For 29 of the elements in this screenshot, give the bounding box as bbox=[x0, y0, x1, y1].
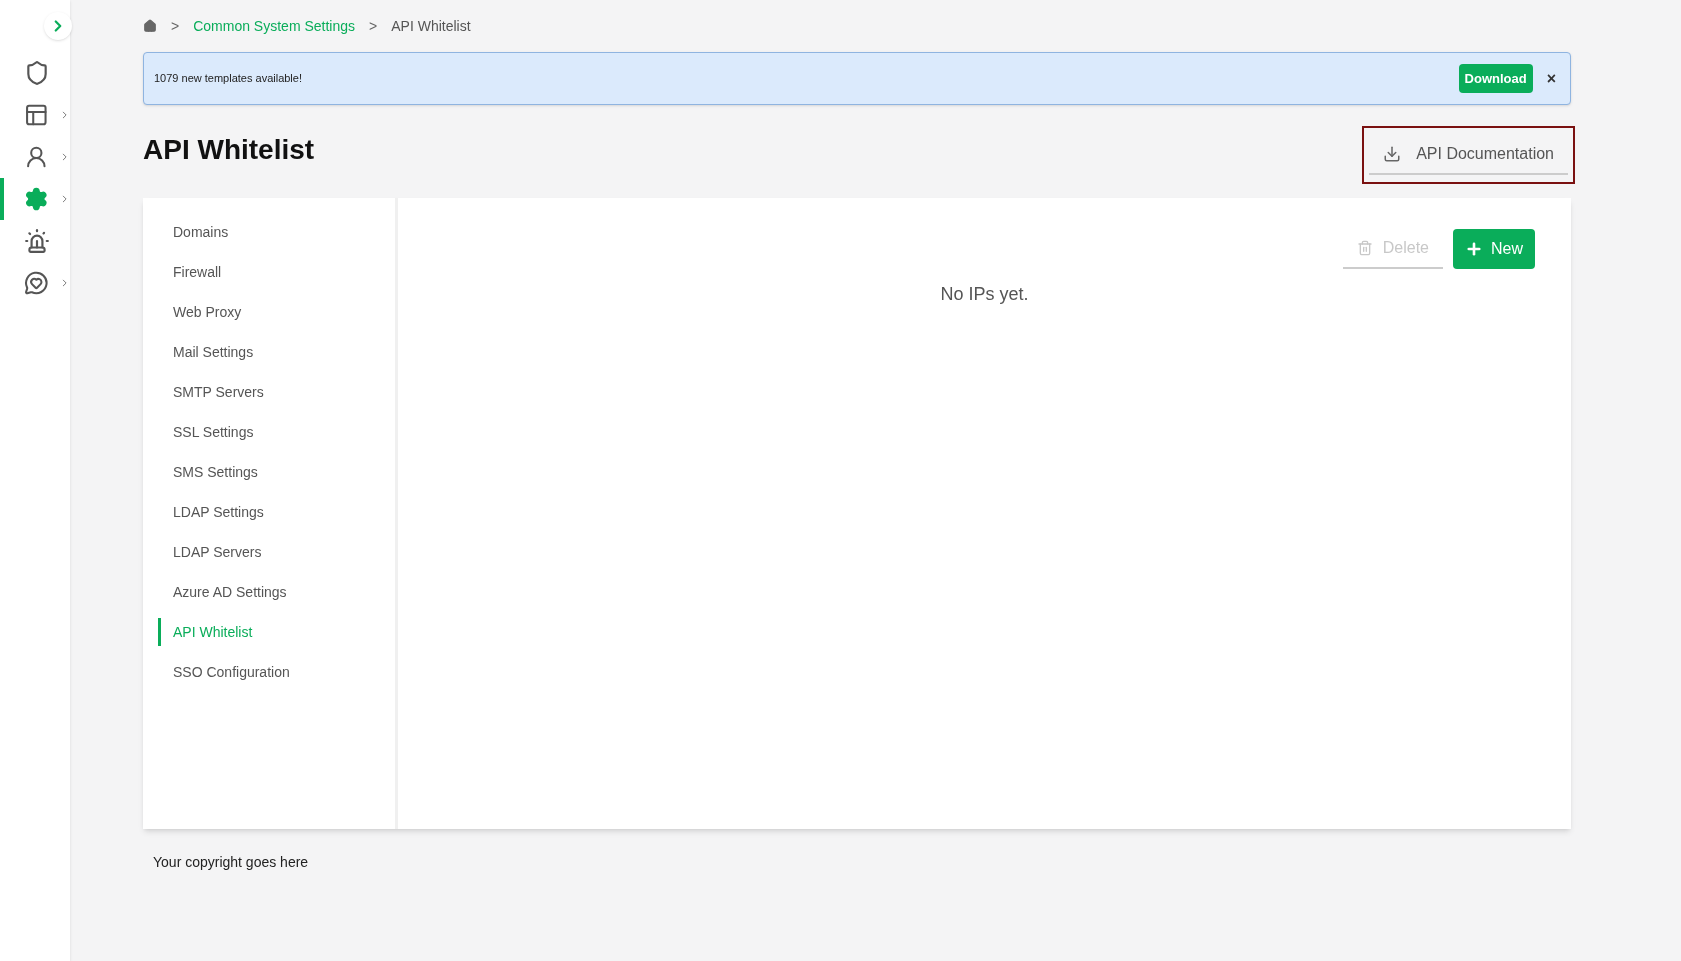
banner-message: 1079 new templates available! bbox=[154, 71, 303, 87]
trash-icon bbox=[1356, 240, 1373, 256]
settings-menu-item[interactable]: SMS Settings bbox=[158, 458, 258, 486]
breadcrumb-separator: > bbox=[171, 16, 180, 36]
settings-menu-item[interactable]: SSO Configuration bbox=[158, 658, 290, 686]
settings-menu-item[interactable]: Firewall bbox=[158, 258, 222, 286]
shield-icon bbox=[24, 60, 50, 86]
settings-menu-item[interactable]: SSL Settings bbox=[158, 418, 254, 446]
settings-menu-item[interactable]: Azure AD Settings bbox=[158, 578, 287, 606]
page-title: API Whitelist bbox=[143, 133, 315, 167]
breadcrumb-separator: > bbox=[369, 16, 378, 36]
expand-button[interactable] bbox=[44, 12, 72, 40]
plus-icon bbox=[1465, 240, 1483, 258]
breadcrumb-current: API Whitelist bbox=[391, 16, 471, 36]
empty-message: No IPs yet. bbox=[939, 283, 1030, 306]
api-documentation-button[interactable]: API Documentation bbox=[1362, 126, 1575, 184]
close-button[interactable]: × bbox=[1542, 66, 1560, 91]
settings-menu-item[interactable]: Mail Settings bbox=[158, 338, 254, 366]
copyright-text: Your copyright goes here bbox=[153, 853, 310, 872]
settings-menu-item[interactable]: LDAP Settings bbox=[158, 498, 264, 526]
settings-menu-item[interactable]: SMTP Servers bbox=[158, 378, 264, 406]
settings-menu-item[interactable]: LDAP Servers bbox=[158, 538, 262, 566]
heart-chat-icon bbox=[24, 270, 49, 296]
settings-menu-item[interactable]: Domains bbox=[158, 218, 229, 246]
siren-icon bbox=[24, 228, 50, 254]
download-icon bbox=[1383, 145, 1402, 163]
layout-icon bbox=[24, 102, 49, 128]
settings-menu-item[interactable]: Web Proxy bbox=[158, 298, 242, 326]
home-icon[interactable] bbox=[143, 19, 157, 33]
